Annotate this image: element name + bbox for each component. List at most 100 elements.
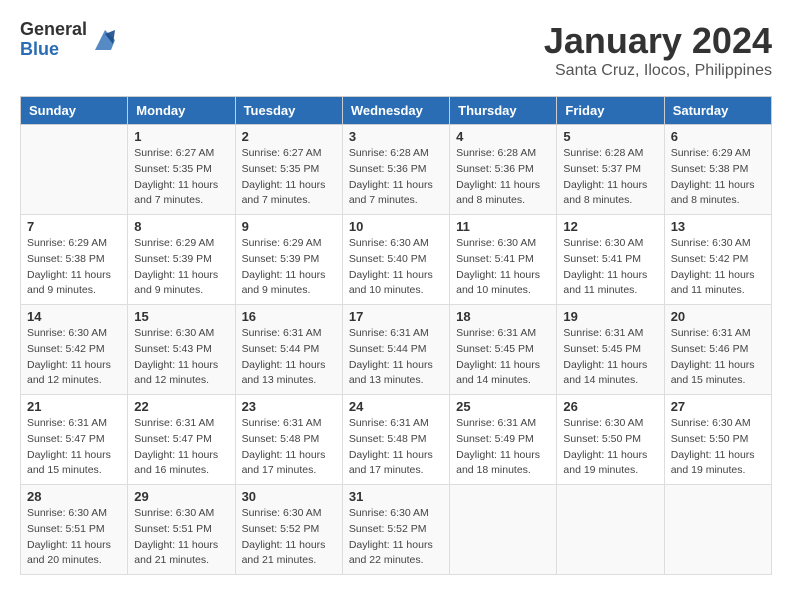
header-day-sunday: Sunday: [21, 97, 128, 125]
day-number: 19: [563, 309, 657, 324]
calendar-cell: 14 Sunrise: 6:30 AMSunset: 5:42 PMDayligh…: [21, 305, 128, 395]
header-day-saturday: Saturday: [664, 97, 771, 125]
day-info: Sunrise: 6:31 AMSunset: 5:45 PMDaylight:…: [456, 326, 550, 389]
calendar-cell: 28 Sunrise: 6:30 AMSunset: 5:51 PMDayligh…: [21, 485, 128, 575]
day-info: Sunrise: 6:31 AMSunset: 5:48 PMDaylight:…: [242, 416, 336, 479]
day-info: Sunrise: 6:31 AMSunset: 5:47 PMDaylight:…: [27, 416, 121, 479]
calendar-cell: 10 Sunrise: 6:30 AMSunset: 5:40 PMDayligh…: [342, 215, 449, 305]
calendar-cell: 24 Sunrise: 6:31 AMSunset: 5:48 PMDayligh…: [342, 395, 449, 485]
week-row-4: 21 Sunrise: 6:31 AMSunset: 5:47 PMDayligh…: [21, 395, 772, 485]
day-info: Sunrise: 6:30 AMSunset: 5:52 PMDaylight:…: [349, 506, 443, 569]
page-header: General Blue January 2024 Santa Cruz, Il…: [20, 20, 772, 80]
calendar-cell: 2 Sunrise: 6:27 AMSunset: 5:35 PMDaylight…: [235, 125, 342, 215]
calendar-cell: 16 Sunrise: 6:31 AMSunset: 5:44 PMDayligh…: [235, 305, 342, 395]
calendar-cell: 15 Sunrise: 6:30 AMSunset: 5:43 PMDayligh…: [128, 305, 235, 395]
header-day-monday: Monday: [128, 97, 235, 125]
day-info: Sunrise: 6:30 AMSunset: 5:51 PMDaylight:…: [27, 506, 121, 569]
day-number: 4: [456, 129, 550, 144]
logo-icon: [91, 26, 119, 54]
week-row-3: 14 Sunrise: 6:30 AMSunset: 5:42 PMDayligh…: [21, 305, 772, 395]
day-number: 14: [27, 309, 121, 324]
day-number: 31: [349, 489, 443, 504]
day-info: Sunrise: 6:31 AMSunset: 5:46 PMDaylight:…: [671, 326, 765, 389]
calendar-cell: [21, 125, 128, 215]
header-day-friday: Friday: [557, 97, 664, 125]
day-info: Sunrise: 6:30 AMSunset: 5:41 PMDaylight:…: [563, 236, 657, 299]
calendar-cell: 11Sunrise: 6:30 AMSunset: 5:41 PMDayligh…: [450, 215, 557, 305]
calendar-cell: 23 Sunrise: 6:31 AMSunset: 5:48 PMDayligh…: [235, 395, 342, 485]
day-number: 25: [456, 399, 550, 414]
calendar-cell: 5 Sunrise: 6:28 AMSunset: 5:37 PMDaylight…: [557, 125, 664, 215]
calendar-cell: 30 Sunrise: 6:30 AMSunset: 5:52 PMDayligh…: [235, 485, 342, 575]
calendar-header-row: SundayMondayTuesdayWednesdayThursdayFrid…: [21, 97, 772, 125]
calendar-cell: 4Sunrise: 6:28 AMSunset: 5:36 PMDaylight…: [450, 125, 557, 215]
day-info: Sunrise: 6:30 AMSunset: 5:50 PMDaylight:…: [563, 416, 657, 479]
day-info: Sunrise: 6:31 AMSunset: 5:48 PMDaylight:…: [349, 416, 443, 479]
day-info: Sunrise: 6:29 AMSunset: 5:39 PMDaylight:…: [242, 236, 336, 299]
day-number: 13: [671, 219, 765, 234]
calendar-cell: 1 Sunrise: 6:27 AMSunset: 5:35 PMDaylight…: [128, 125, 235, 215]
logo-general-text: General: [20, 20, 87, 40]
day-info: Sunrise: 6:30 AMSunset: 5:52 PMDaylight:…: [242, 506, 336, 569]
day-info: Sunrise: 6:30 AMSunset: 5:42 PMDaylight:…: [671, 236, 765, 299]
header-day-tuesday: Tuesday: [235, 97, 342, 125]
calendar-cell: [557, 485, 664, 575]
calendar-cell: 31 Sunrise: 6:30 AMSunset: 5:52 PMDayligh…: [342, 485, 449, 575]
calendar-cell: 29 Sunrise: 6:30 AMSunset: 5:51 PMDayligh…: [128, 485, 235, 575]
day-info: Sunrise: 6:27 AMSunset: 5:35 PMDaylight:…: [242, 146, 336, 209]
calendar-cell: 22Sunrise: 6:31 AMSunset: 5:47 PMDayligh…: [128, 395, 235, 485]
day-number: 18: [456, 309, 550, 324]
week-row-1: 1 Sunrise: 6:27 AMSunset: 5:35 PMDaylight…: [21, 125, 772, 215]
day-info: Sunrise: 6:29 AMSunset: 5:38 PMDaylight:…: [27, 236, 121, 299]
calendar-cell: 13 Sunrise: 6:30 AMSunset: 5:42 PMDayligh…: [664, 215, 771, 305]
day-number: 21: [27, 399, 121, 414]
logo: General Blue: [20, 20, 119, 60]
day-number: 28: [27, 489, 121, 504]
calendar-cell: 25 Sunrise: 6:31 AMSunset: 5:49 PMDayligh…: [450, 395, 557, 485]
day-info: Sunrise: 6:30 AMSunset: 5:43 PMDaylight:…: [134, 326, 228, 389]
header-day-thursday: Thursday: [450, 97, 557, 125]
day-info: Sunrise: 6:30 AMSunset: 5:40 PMDaylight:…: [349, 236, 443, 299]
calendar-cell: [664, 485, 771, 575]
day-info: Sunrise: 6:30 AMSunset: 5:51 PMDaylight:…: [134, 506, 228, 569]
day-info: Sunrise: 6:27 AMSunset: 5:35 PMDaylight:…: [134, 146, 228, 209]
day-number: 26: [563, 399, 657, 414]
day-number: 30: [242, 489, 336, 504]
day-number: 20: [671, 309, 765, 324]
header-day-wednesday: Wednesday: [342, 97, 449, 125]
day-info: Sunrise: 6:30 AMSunset: 5:42 PMDaylight:…: [27, 326, 121, 389]
day-info: Sunrise: 6:28 AMSunset: 5:36 PMDaylight:…: [349, 146, 443, 209]
day-info: Sunrise: 6:31 AMSunset: 5:44 PMDaylight:…: [349, 326, 443, 389]
day-number: 16: [242, 309, 336, 324]
day-info: Sunrise: 6:31 AMSunset: 5:49 PMDaylight:…: [456, 416, 550, 479]
calendar-table: SundayMondayTuesdayWednesdayThursdayFrid…: [20, 96, 772, 575]
day-info: Sunrise: 6:29 AMSunset: 5:38 PMDaylight:…: [671, 146, 765, 209]
day-number: 23: [242, 399, 336, 414]
day-info: Sunrise: 6:29 AMSunset: 5:39 PMDaylight:…: [134, 236, 228, 299]
calendar-cell: 8 Sunrise: 6:29 AMSunset: 5:39 PMDaylight…: [128, 215, 235, 305]
day-number: 17: [349, 309, 443, 324]
day-number: 10: [349, 219, 443, 234]
calendar-cell: 12 Sunrise: 6:30 AMSunset: 5:41 PMDayligh…: [557, 215, 664, 305]
day-info: Sunrise: 6:31 AMSunset: 5:44 PMDaylight:…: [242, 326, 336, 389]
month-title: January 2024: [544, 20, 772, 62]
day-number: 8: [134, 219, 228, 234]
calendar-cell: 7 Sunrise: 6:29 AMSunset: 5:38 PMDaylight…: [21, 215, 128, 305]
week-row-2: 7 Sunrise: 6:29 AMSunset: 5:38 PMDaylight…: [21, 215, 772, 305]
calendar-cell: 26 Sunrise: 6:30 AMSunset: 5:50 PMDayligh…: [557, 395, 664, 485]
day-number: 2: [242, 129, 336, 144]
day-info: Sunrise: 6:31 AMSunset: 5:45 PMDaylight:…: [563, 326, 657, 389]
day-number: 1: [134, 129, 228, 144]
calendar-cell: 3Sunrise: 6:28 AMSunset: 5:36 PMDaylight…: [342, 125, 449, 215]
day-number: 24: [349, 399, 443, 414]
day-number: 15: [134, 309, 228, 324]
day-info: Sunrise: 6:28 AMSunset: 5:37 PMDaylight:…: [563, 146, 657, 209]
day-number: 7: [27, 219, 121, 234]
day-number: 6: [671, 129, 765, 144]
day-number: 29: [134, 489, 228, 504]
day-number: 5: [563, 129, 657, 144]
calendar-cell: 6 Sunrise: 6:29 AMSunset: 5:38 PMDaylight…: [664, 125, 771, 215]
day-number: 12: [563, 219, 657, 234]
title-block: January 2024 Santa Cruz, Ilocos, Philipp…: [544, 20, 772, 80]
day-info: Sunrise: 6:30 AMSunset: 5:50 PMDaylight:…: [671, 416, 765, 479]
